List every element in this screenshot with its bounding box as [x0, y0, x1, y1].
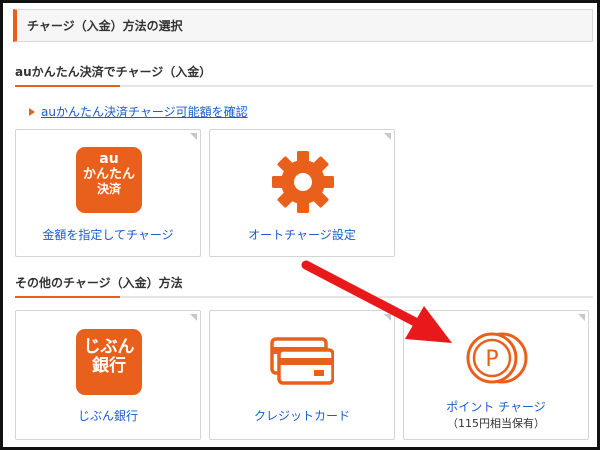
- corner-mark-icon: [190, 314, 197, 321]
- corner-mark-icon: [190, 133, 197, 140]
- bank-icon-text: じぶん: [83, 337, 135, 357]
- corner-mark-icon: [384, 314, 391, 321]
- jibun-bank-icon: じぶん 銀行: [76, 329, 142, 395]
- corner-mark-icon: [384, 133, 391, 140]
- charge-amount-tile[interactable]: au かんたん 決済 金額を指定してチャージ: [15, 129, 201, 257]
- au-kantan-kessai-icon: au かんたん 決済: [76, 147, 142, 213]
- auto-charge-tile[interactable]: オートチャージ設定: [209, 129, 395, 257]
- section-title-other: その他のチャージ（入金）方法: [15, 276, 183, 290]
- credit-card-icon: [270, 337, 334, 385]
- tile-caption: じぶん銀行: [77, 409, 138, 423]
- tile-caption: ポイント チャージ: [446, 400, 546, 414]
- page-title: チャージ（入金）方法の選択: [13, 9, 593, 42]
- gear-icon: [272, 151, 334, 213]
- au-icon-text: au: [99, 151, 119, 167]
- check-limit-link[interactable]: auかんたん決済チャージ可能額を確認: [41, 103, 248, 120]
- point-coin-icon: P: [466, 332, 528, 384]
- section-divider-accent: [15, 296, 120, 298]
- triangle-bullet-icon: [29, 107, 35, 116]
- tile-caption: オートチャージ設定: [248, 228, 356, 242]
- point-balance-text: （115円相当保有）: [447, 417, 545, 430]
- page-frame: チャージ（入金）方法の選択 auかんたん決済でチャージ（入金） auかんたん決済…: [0, 0, 600, 450]
- corner-mark-icon: [578, 314, 585, 321]
- credit-card-tile[interactable]: クレジットカード: [209, 310, 395, 440]
- section-divider-accent: [15, 85, 120, 87]
- section-title-au: auかんたん決済でチャージ（入金）: [15, 65, 212, 79]
- point-coin-letter: P: [485, 347, 498, 372]
- bank-icon-text: 銀行: [92, 355, 126, 376]
- jibun-bank-tile[interactable]: じぶん 銀行 じぶん銀行: [15, 310, 201, 440]
- tile-caption: クレジットカード: [253, 409, 350, 423]
- section-divider: [15, 85, 593, 87]
- section-divider: [15, 296, 593, 298]
- au-icon-text: かんたん: [82, 166, 135, 182]
- point-charge-tile[interactable]: P ポイント チャージ （115円相当保有）: [403, 310, 589, 440]
- check-limit-link-row[interactable]: auかんたん決済チャージ可能額を確認: [29, 103, 248, 120]
- tile-caption: 金額を指定してチャージ: [42, 228, 174, 242]
- au-icon-text: 決済: [96, 182, 121, 197]
